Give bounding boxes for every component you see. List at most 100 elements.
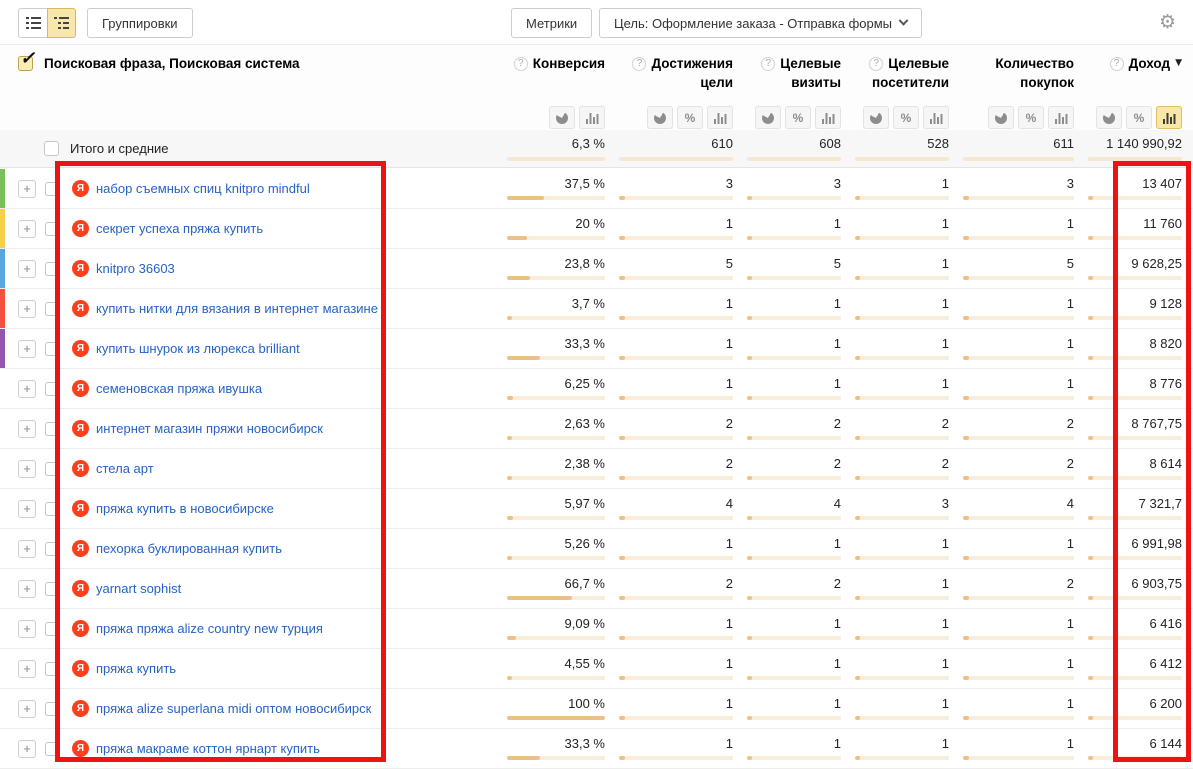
search-phrase-link[interactable]: купить нитки для вязания в интернет мага… [96,301,378,316]
expand-row-button[interactable]: + [18,380,36,398]
pie-toggle-button[interactable] [755,106,781,129]
row-checkbox[interactable] [45,742,59,756]
goal-selector[interactable]: Цель: Оформление заказа - Отправка формы [599,8,922,38]
row-checkbox[interactable] [45,302,59,316]
expand-row-button[interactable]: + [18,300,36,318]
search-phrase-link[interactable]: yarnart sophist [96,581,181,596]
expand-row-button[interactable]: + [18,540,36,558]
bar-toggle-button[interactable] [707,106,733,129]
search-phrase-link[interactable]: интернет магазин пряжи новосибирск [96,421,323,436]
row-checkbox[interactable] [45,662,59,676]
pie-toggle-button[interactable] [988,106,1014,129]
expand-row-button[interactable]: + [18,460,36,478]
dimension-checkbox[interactable]: ✓ [18,56,33,71]
column-label-line2[interactable]: визиты [791,73,841,92]
column-title[interactable]: ?Целевые [761,54,841,73]
column-title[interactable]: ?Доход▼ [1110,54,1182,73]
bar-toggle-button[interactable] [923,106,949,129]
group-color-strip [0,329,5,368]
metric-cell-conversion: 4,55 % [497,649,609,688]
search-phrase-link[interactable]: пряжа макраме коттон ярнарт купить [96,741,320,756]
select-all-checkbox[interactable] [44,141,59,156]
search-phrase-link[interactable]: семеновская пряжа ивушка [96,381,262,396]
column-title[interactable]: ?Достижения [632,54,733,73]
percent-toggle-button[interactable]: % [1018,106,1044,129]
expand-row-button[interactable]: + [18,700,36,718]
row-checkbox[interactable] [45,262,59,276]
metric-value: 4 [1067,497,1074,511]
metric-value: 2 [942,417,949,431]
column-title[interactable]: ?Целевые [869,54,949,73]
search-phrase-link[interactable]: пряжа купить в новосибирске [96,501,274,516]
pie-toggle-button[interactable] [647,106,673,129]
help-icon[interactable]: ? [761,57,775,71]
percent-toggle-button[interactable]: % [785,106,811,129]
help-icon[interactable]: ? [632,57,646,71]
bar-toggle-button[interactable] [1048,106,1074,129]
percent-toggle-button[interactable]: % [1126,106,1152,129]
percent-toggle-button[interactable]: % [893,106,919,129]
row-checkbox[interactable] [45,182,59,196]
help-icon[interactable]: ? [514,57,528,71]
search-phrase-link[interactable]: пряжа купить [96,661,176,676]
help-icon[interactable]: ? [1110,57,1124,71]
metric-value: 1 [726,217,733,231]
metric-share-bar [507,236,605,240]
expand-row-button[interactable]: + [18,220,36,238]
metric-value: 3,7 % [572,297,605,311]
row-checkbox[interactable] [45,702,59,716]
metric-value: 4 [726,497,733,511]
expand-row-button[interactable]: + [18,340,36,358]
column-title[interactable]: Количество [995,54,1074,73]
help-icon[interactable]: ? [869,57,883,71]
expand-row-button[interactable]: + [18,420,36,438]
row-checkbox[interactable] [45,422,59,436]
pie-chart-icon [870,112,882,124]
search-phrase-link[interactable]: пряжа alize superlana midi оптом новосиб… [96,701,371,716]
bar-toggle-button[interactable] [815,106,841,129]
expand-row-button[interactable]: + [18,660,36,678]
expand-row-button[interactable]: + [18,500,36,518]
search-phrase-link[interactable]: секрет успеха пряжа купить [96,221,263,236]
search-phrase-link[interactable]: knitpro 36603 [96,261,175,276]
column-label-line2[interactable]: цели [700,73,733,92]
pie-toggle-button[interactable] [1096,106,1122,129]
expand-row-button[interactable]: + [18,180,36,198]
pie-toggle-button[interactable] [863,106,889,129]
percent-toggle-button[interactable]: % [677,106,703,129]
row-checkbox[interactable] [45,382,59,396]
groupings-button[interactable]: Группировки [87,8,193,38]
bar-toggle-button[interactable] [579,106,605,129]
expand-row-button[interactable]: + [18,620,36,638]
expand-row-button[interactable]: + [18,580,36,598]
row-checkbox[interactable] [45,462,59,476]
search-phrase-link[interactable]: пехорка буклированная купить [96,541,282,556]
metric-value: 5,26 % [565,537,605,551]
metric-value: 3 [834,177,841,191]
row-checkbox[interactable] [45,582,59,596]
list-view-button[interactable] [18,8,47,38]
metric-share-bar [747,756,841,760]
search-phrase-link[interactable]: пряжа пряжа alize country new турция [96,621,323,636]
metric-cell-target-visitors: 1 [845,329,953,368]
search-phrase-link[interactable]: купить шнурок из люрекса brilliant [96,341,300,356]
bar-toggle-button[interactable] [1156,106,1182,129]
row-checkbox[interactable] [45,542,59,556]
row-checkbox[interactable] [45,502,59,516]
row-checkbox[interactable] [45,622,59,636]
row-left: + Я купить шнурок из люрекса brilliant [0,329,497,368]
row-checkbox[interactable] [45,222,59,236]
pie-chart-icon [556,112,568,124]
settings-gear-icon[interactable]: ⚙ [1159,11,1176,33]
search-phrase-link[interactable]: набор съемных спиц knitpro mindful [96,181,310,196]
row-checkbox[interactable] [45,342,59,356]
expand-row-button[interactable]: + [18,260,36,278]
pie-toggle-button[interactable] [549,106,575,129]
metrics-button[interactable]: Метрики [511,8,592,38]
expand-row-button[interactable]: + [18,740,36,758]
tree-view-button[interactable] [47,8,76,38]
column-title[interactable]: ?Конверсия [514,54,605,73]
search-phrase-link[interactable]: стела арт [96,461,154,476]
column-label-line2[interactable]: покупок [1020,73,1074,92]
column-label-line2[interactable]: посетители [872,73,949,92]
